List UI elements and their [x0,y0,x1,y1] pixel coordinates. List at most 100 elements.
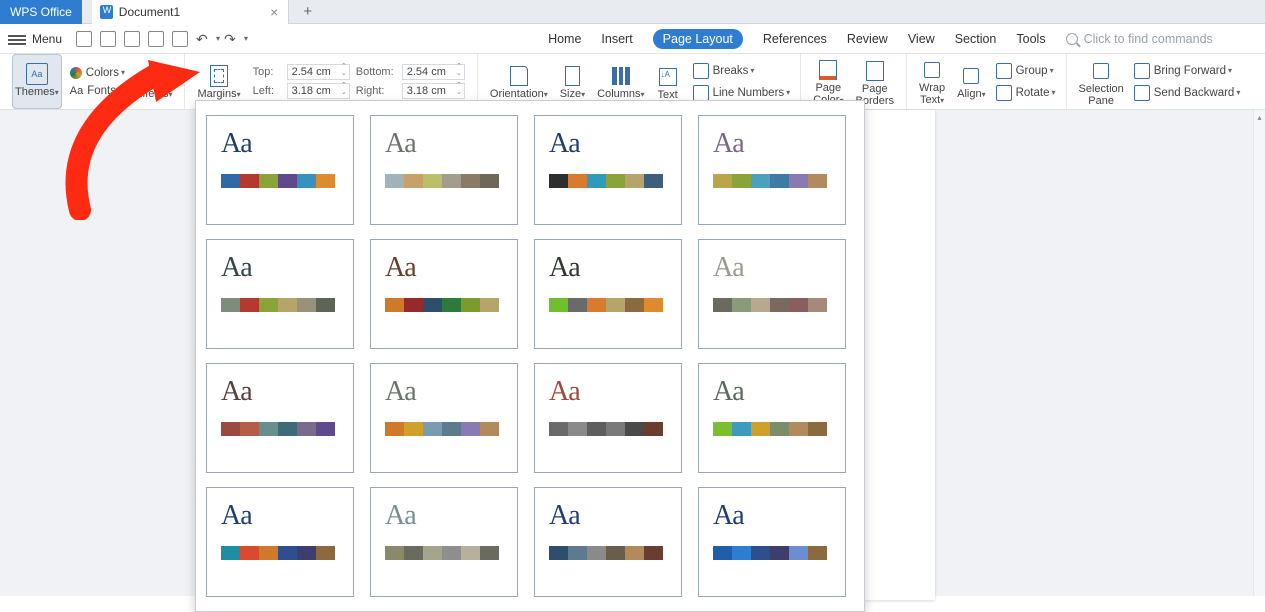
theme-preview-text: Aa [713,500,831,532]
breaks-icon [693,63,709,79]
group-button[interactable]: Group▾ [992,61,1060,81]
columns-icon [612,67,630,85]
theme-tile[interactable]: Aa [370,487,518,597]
theme-swatches [221,546,339,560]
margin-bottom-label: Bottom: [356,66,402,78]
theme-tile[interactable]: Aa [698,363,846,473]
theme-swatches [385,546,503,560]
theme-tile[interactable]: Aa [698,115,846,225]
theme-preview-text: Aa [385,376,503,408]
tab-review[interactable]: Review [847,32,888,46]
tab-tools[interactable]: Tools [1016,32,1045,46]
theme-preview-text: Aa [221,252,339,284]
theme-preview-text: Aa [713,252,831,284]
theme-tile[interactable]: Aa [206,487,354,597]
menu-row: Menu ▾ ▾ Home Insert Page Layout Referen… [0,24,1265,54]
theme-swatches [713,174,831,188]
open-icon[interactable] [76,31,92,47]
hamburger-icon[interactable] [8,33,26,45]
print-preview-icon[interactable] [148,31,164,47]
colors-button[interactable]: Colors▾ [66,65,129,81]
new-tab-button[interactable]: + [303,3,312,20]
fonts-icon: Aa [70,85,83,97]
ribbon-tabs: Home Insert Page Layout References Revie… [548,29,1046,49]
theme-preview-text: Aa [385,500,503,532]
theme-swatches [549,174,667,188]
scroll-up-icon[interactable]: ▴ [1256,112,1263,122]
print-icon[interactable] [124,31,140,47]
theme-tile[interactable]: Aa [534,487,682,597]
redo-button[interactable] [224,31,240,47]
margin-right-field[interactable]: 3.18 cm [402,83,465,99]
theme-preview-text: Aa [549,500,667,532]
rotate-icon [996,85,1012,101]
fonts-button[interactable]: AaFonts▾ [66,83,129,99]
margin-top-field[interactable]: 2.54 cm [287,64,350,80]
themes-gallery: AaAaAaAaAaAaAaAaAaAaAaAaAaAaAaAa [195,100,865,612]
theme-preview-text: Aa [713,376,831,408]
theme-tile[interactable]: Aa [698,487,846,597]
theme-tile[interactable]: Aa [370,363,518,473]
text-direction-icon [659,68,677,86]
bring-forward-icon [1134,63,1150,79]
export-icon[interactable] [172,31,188,47]
page-color-icon [819,60,837,80]
vertical-scrollbar[interactable]: ▴ [1253,110,1265,596]
wrap-text-button[interactable]: WrapText▾ [913,54,951,109]
selection-pane-button[interactable]: SelectionPane [1073,54,1130,109]
theme-swatches [713,298,831,312]
theme-tile[interactable]: Aa [370,115,518,225]
undo-button[interactable] [196,31,212,47]
theme-swatches [549,546,667,560]
margin-left-label: Left: [253,85,287,97]
margin-bottom-field[interactable]: 2.54 cm [402,64,465,80]
bring-forward-button[interactable]: Bring Forward▾ [1130,61,1245,81]
menu-button[interactable]: Menu [32,32,62,46]
theme-preview-text: Aa [549,376,667,408]
save-icon[interactable] [100,31,116,47]
theme-tile[interactable]: Aa [370,239,518,349]
theme-preview-text: Aa [221,128,339,160]
theme-tile[interactable]: Aa [698,239,846,349]
tab-home[interactable]: Home [548,32,581,46]
margin-top-label: Top: [253,66,287,78]
themes-icon: Aa [26,63,48,85]
send-backward-icon [1134,85,1150,101]
theme-tile[interactable]: Aa [206,363,354,473]
align-icon [963,68,979,84]
document-tab[interactable]: Document1 × [92,0,290,24]
send-backward-button[interactable]: Send Backward▾ [1130,83,1245,103]
tab-page-layout[interactable]: Page Layout [653,29,743,49]
margin-left-field[interactable]: 3.18 cm [287,83,350,99]
theme-tile[interactable]: Aa [534,115,682,225]
theme-preview-text: Aa [713,128,831,160]
app-tab[interactable]: WPS Office [0,0,82,24]
undo-caret-icon[interactable]: ▾ [216,34,220,43]
selection-pane-icon [1093,63,1109,79]
theme-tile[interactable]: Aa [206,115,354,225]
rotate-button[interactable]: Rotate▾ [992,83,1060,103]
colors-icon [70,67,82,79]
theme-tile[interactable]: Aa [534,239,682,349]
line-numbers-icon [693,85,709,101]
themes-button[interactable]: Aa Themes▾ [12,54,62,109]
tab-section[interactable]: Section [955,32,997,46]
theme-preview-text: Aa [549,252,667,284]
orientation-icon [510,66,528,86]
tab-insert[interactable]: Insert [601,32,632,46]
theme-tile[interactable]: Aa [534,363,682,473]
breaks-button[interactable]: Breaks▾ [689,61,795,81]
theme-swatches [385,298,503,312]
theme-swatches [713,546,831,560]
theme-preview-text: Aa [549,128,667,160]
close-tab-button[interactable]: × [270,4,278,20]
theme-swatches [385,174,503,188]
command-search[interactable]: Click to find commands [1066,32,1213,46]
theme-tile[interactable]: Aa [206,239,354,349]
effects-button[interactable]: Effects▾ [129,54,178,109]
redo-caret-icon[interactable]: ▾ [244,34,248,43]
page-borders-icon [866,61,884,81]
tab-view[interactable]: View [908,32,935,46]
tab-references[interactable]: References [763,32,827,46]
align-button[interactable]: Align▾ [951,54,991,109]
